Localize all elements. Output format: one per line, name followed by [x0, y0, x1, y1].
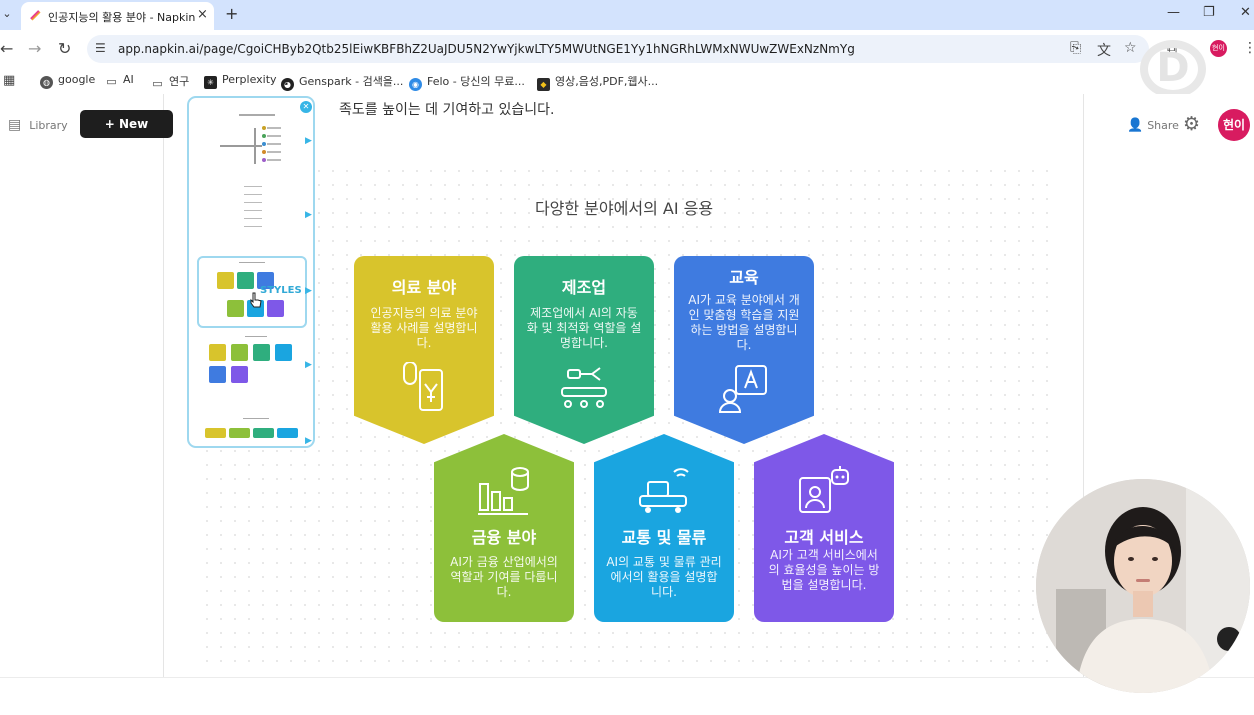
- channel-watermark-logo: D: [1140, 40, 1206, 98]
- bottom-area: [0, 677, 1254, 715]
- new-napkin-button[interactable]: + New Napkin: [80, 110, 173, 159]
- card-description: 제조업에서 AI의 자동화 및 최적화 역할을 설명합니다.: [526, 306, 642, 350]
- site-settings-icon[interactable]: ☰: [95, 41, 106, 55]
- left-sidebar: ▤ Library + New Napkin: [0, 94, 173, 677]
- bookmark-label: 연구: [169, 75, 190, 88]
- card-title: 제조업: [561, 278, 607, 297]
- presenter-video-image: [1036, 479, 1250, 693]
- library-button[interactable]: ▤ Library: [8, 117, 68, 133]
- style-thumbnail-list[interactable]: [244, 186, 274, 230]
- bookmark-label: google: [58, 73, 96, 86]
- folder-icon: ▭: [152, 77, 163, 90]
- style-thumbnail-mindmap[interactable]: [214, 112, 294, 172]
- medical-device-icon: [403, 362, 443, 411]
- bookmark-google[interactable]: ◍ google: [40, 73, 95, 89]
- bookmark-felo[interactable]: ◉ Felo - 당신의 무료...: [409, 73, 525, 91]
- bookmarks-bar: ▦ ◍ google ▭ AI ▭ 연구 ✳ Perplexity ◕ Genspark …: [0, 68, 1254, 94]
- style-selector-panel[interactable]: ✕ ▶ ▶ STYLES ▶ ▶ ▶: [187, 96, 315, 448]
- bookmark-label: 영상,음성,PDF,웹사...: [555, 75, 659, 88]
- style-thumbnail-boxgrid[interactable]: [207, 336, 297, 394]
- browser-tab-active[interactable]: 인공지능의 활용 분야 - Napkin ×: [21, 2, 214, 30]
- card-title: 교육: [729, 268, 759, 287]
- delivery-truck-icon: [639, 468, 689, 513]
- forward-arrow-icon[interactable]: →: [28, 39, 41, 58]
- card-description: 인공지능의 의료 분야 활용 사례를 설명합니다.: [370, 306, 478, 350]
- add-person-icon: 👤: [1127, 118, 1144, 133]
- hand-cursor-icon: [250, 292, 262, 308]
- folder-icon: ▭: [106, 75, 117, 88]
- tab-search-chevron-icon[interactable]: ⌄: [0, 7, 14, 23]
- napkin-favicon-icon: [30, 10, 41, 21]
- back-arrow-icon[interactable]: ←: [0, 39, 13, 58]
- browser-toolbar: ← → ↻ ☰ app.napkin.ai/page/CgoiCHByb2Qtb…: [0, 30, 1254, 68]
- document-paragraph[interactable]: 족도를 높이는 데 기여하고 있습니다.: [339, 99, 554, 119]
- card-title: 고객 서비스: [784, 528, 864, 547]
- card-manufacturing[interactable]: 제조업 제조업에서 AI의 자동화 및 최적화 역할을 설명합니다.: [514, 256, 654, 444]
- apps-grid-icon[interactable]: ▦: [3, 73, 15, 88]
- apply-style-arrow-icon[interactable]: ▶: [305, 286, 312, 296]
- address-bar[interactable]: ☰ app.napkin.ai/page/CgoiCHByb2Qtb25lEiw…: [87, 35, 1149, 63]
- style-thumbnail-row[interactable]: [203, 418, 303, 442]
- new-tab-button[interactable]: +: [225, 4, 238, 23]
- tab-title: 인공지능의 활용 분야 - Napkin: [48, 11, 196, 24]
- card-finance[interactable]: 금융 분야 AI가 금융 산업에서의 역할과 기여를 다룹니다.: [434, 434, 574, 622]
- apply-style-arrow-icon[interactable]: ▶: [305, 210, 312, 220]
- close-panel-icon[interactable]: ✕: [300, 101, 312, 113]
- bookmark-perplexity[interactable]: ✳ Perplexity: [204, 73, 277, 89]
- media-tools-icon: ◆: [537, 78, 550, 91]
- globe-icon: ◍: [40, 76, 53, 89]
- reload-icon[interactable]: ↻: [58, 39, 71, 58]
- browser-menu-icon[interactable]: ⋮: [1243, 40, 1254, 56]
- visual-title[interactable]: 다양한 분야에서의 AI 응용: [524, 195, 724, 219]
- card-description: AI의 교통 및 물류 관리에서의 활용을 설명합니다.: [606, 555, 722, 599]
- library-icon: ▤: [8, 117, 22, 133]
- bookmark-star-icon[interactable]: ☆: [1124, 40, 1137, 56]
- browser-profile-avatar[interactable]: 현이: [1210, 40, 1227, 57]
- card-medical[interactable]: 의료 분야 인공지능의 의료 분야 활용 사례를 설명합니다.: [354, 256, 494, 444]
- bookmark-folder-ai[interactable]: ▭ AI: [105, 73, 134, 88]
- card-title: 금융 분야: [471, 528, 537, 547]
- card-logistics[interactable]: 교통 및 물류 AI의 교통 및 물류 관리에서의 활용을 설명합니다.: [594, 434, 734, 622]
- bookmark-label: AI: [123, 73, 134, 86]
- browser-tab-bar: ⌄ 인공지능의 활용 분야 - Napkin × + — ❐ ✕: [0, 0, 1254, 30]
- bookmark-label: Perplexity: [222, 73, 277, 86]
- teacher-board-icon: [718, 365, 767, 413]
- card-title: 교통 및 물류: [621, 528, 707, 547]
- card-title: 의료 분야: [391, 278, 457, 297]
- url-text[interactable]: app.napkin.ai/page/CgoiCHByb2Qtb25lEiwKB…: [118, 42, 855, 56]
- settings-gear-icon[interactable]: ⚙: [1183, 113, 1200, 135]
- card-customer-service[interactable]: 고객 서비스 AI가 고객 서비스에서의 효율성을 높이는 방법을 설명합니다.: [754, 434, 894, 622]
- bookmark-label: Felo - 당신의 무료...: [427, 75, 525, 88]
- genspark-icon: ◕: [281, 78, 294, 91]
- minimize-icon[interactable]: —: [1167, 5, 1180, 20]
- screen: ⌄ 인공지능의 활용 분야 - Napkin × + — ❐ ✕ ← → ↻ ☰…: [0, 0, 1254, 715]
- card-description: AI가 교육 분야에서 개인 맞춤형 학습을 지원하는 방법을 설명합니다.: [688, 293, 800, 352]
- library-label: Library: [29, 119, 68, 132]
- finance-chart-icon: [478, 467, 529, 515]
- restore-icon[interactable]: ❐: [1203, 5, 1215, 20]
- card-education[interactable]: 교육 AI가 교육 분야에서 개인 맞춤형 학습을 지원하는 방법을 설명합니다…: [674, 256, 814, 444]
- window-close-icon[interactable]: ✕: [1240, 5, 1251, 20]
- conveyor-robot-icon: [561, 367, 607, 408]
- felo-icon: ◉: [409, 78, 422, 91]
- perplexity-icon: ✳: [204, 76, 217, 89]
- chatbot-agent-icon: [799, 466, 849, 513]
- install-app-icon[interactable]: ⎘: [1070, 40, 1081, 56]
- card-description: AI가 고객 서비스에서의 효율성을 높이는 방법을 설명합니다.: [768, 548, 880, 592]
- bookmark-genspark[interactable]: ◕ Genspark - 검색을...: [281, 73, 403, 91]
- apply-style-arrow-icon[interactable]: ▶: [305, 136, 312, 146]
- apply-style-arrow-icon[interactable]: ▶: [305, 436, 312, 446]
- bookmark-folder-research[interactable]: ▭ 연구: [151, 73, 189, 90]
- apply-style-arrow-icon[interactable]: ▶: [305, 360, 312, 370]
- share-label: Share: [1147, 119, 1179, 132]
- bookmark-label: Genspark - 검색을...: [299, 75, 404, 88]
- card-description: AI가 금융 산업에서의 역할과 기여를 다룹니다.: [450, 555, 558, 599]
- styles-label: STYLES: [260, 285, 302, 296]
- user-avatar[interactable]: 현이: [1218, 109, 1250, 141]
- share-button[interactable]: 👤 Share: [1127, 118, 1179, 133]
- bookmark-media-tools[interactable]: ◆ 영상,음성,PDF,웹사...: [537, 73, 658, 91]
- tab-close-icon[interactable]: ×: [197, 7, 208, 22]
- webcam-overlay: [1036, 479, 1250, 693]
- translate-icon[interactable]: 文: [1097, 40, 1111, 60]
